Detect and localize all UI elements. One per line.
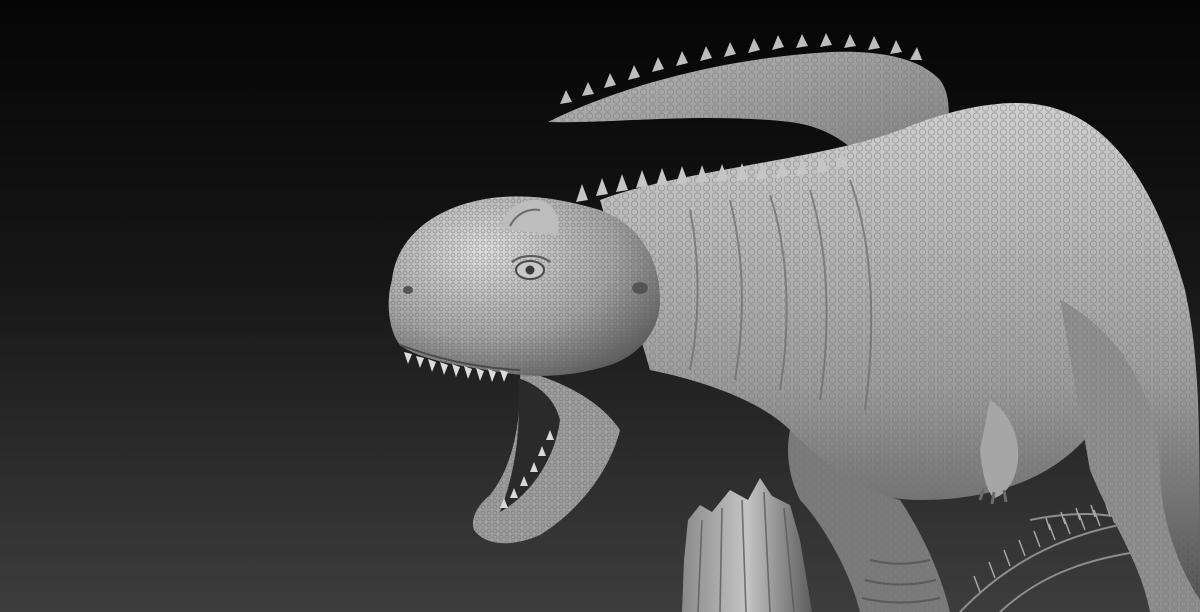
tree-stump: [682, 478, 812, 612]
lower-jaw: [472, 370, 620, 544]
head: [388, 196, 660, 376]
render-scene: [0, 0, 1200, 612]
dinosaur-sculpt-illustration: [388, 33, 1200, 612]
